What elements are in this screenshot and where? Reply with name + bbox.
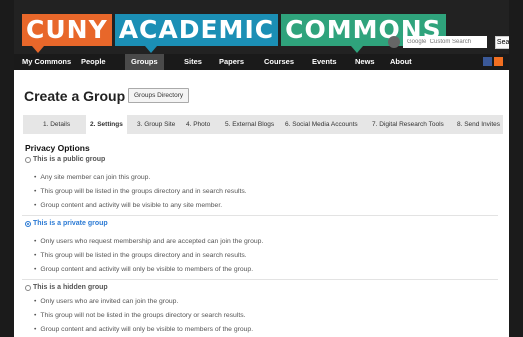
option-label: This is a public group — [33, 156, 106, 163]
social-icons — [483, 57, 503, 66]
list-item: Only users who request membership and ar… — [34, 238, 263, 245]
nav-item-groups[interactable]: Groups — [125, 54, 164, 70]
divider — [22, 215, 498, 216]
logo-word-academic: ACADEMIC — [114, 14, 279, 53]
nav-item-papers[interactable]: Papers — [219, 54, 244, 70]
nav-item-people[interactable]: People — [81, 54, 106, 70]
logo-word-cuny: CUNY — [22, 14, 112, 53]
search-button[interactable]: Search — [495, 35, 521, 49]
list-item: This group will be listed in the groups … — [34, 252, 246, 259]
step-details[interactable]: 1. Details — [43, 115, 70, 134]
step-group-site[interactable]: 3. Group Site — [137, 115, 175, 134]
step-photo[interactable]: 4. Photo — [186, 115, 210, 134]
groups-directory-button[interactable]: Groups Directory — [128, 88, 190, 103]
search-input[interactable] — [403, 36, 487, 48]
nav-item-sites[interactable]: Sites — [184, 54, 202, 70]
rss-icon[interactable] — [494, 57, 503, 66]
divider — [22, 279, 498, 280]
public-group-radio[interactable] — [25, 156, 31, 163]
step-digital-research-tools[interactable]: 7. Digital Research Tools — [372, 115, 444, 134]
list-item: Any site member can join this group. — [34, 174, 150, 181]
nav-item-my-commons[interactable]: My Commons — [22, 54, 71, 70]
option-label: This is a hidden group — [33, 284, 108, 291]
list-item: Only users who are invited can join the … — [34, 298, 178, 305]
step-external-blogs[interactable]: 5. External Blogs — [225, 115, 274, 134]
search-bar: Search — [388, 35, 521, 49]
page: CUNY ACADEMIC COMMONS Search My Commons … — [0, 0, 523, 337]
nav-item-events[interactable]: Events — [312, 54, 337, 70]
hidden-group-radio[interactable] — [25, 284, 31, 291]
list-item: Group content and activity will only be … — [34, 266, 253, 273]
step-social-media-accounts[interactable]: 6. Social Media Accounts — [285, 115, 358, 134]
hidden-group-option[interactable]: This is a hidden group — [25, 284, 108, 291]
list-item: Group content and activity will only be … — [34, 326, 253, 333]
main-nav: My Commons People Groups Sites Papers Co… — [14, 54, 509, 70]
facebook-icon[interactable] — [483, 57, 492, 66]
private-group-option[interactable]: This is a private group — [25, 220, 108, 227]
step-settings[interactable]: 2. Settings — [86, 115, 127, 134]
nav-item-about[interactable]: About — [390, 54, 412, 70]
page-title: Create a Group — [24, 88, 126, 104]
nav-item-courses[interactable]: Courses — [264, 54, 294, 70]
list-item: Group content and activity will be visib… — [34, 202, 222, 209]
list-item: This group will not be listed in the gro… — [34, 312, 245, 319]
site-header: CUNY ACADEMIC COMMONS Search — [14, 0, 521, 54]
private-group-radio[interactable] — [25, 220, 31, 227]
google-search-icon — [388, 36, 400, 48]
public-group-option[interactable]: This is a public group — [25, 156, 105, 163]
privacy-options-heading: Privacy Options — [25, 143, 90, 153]
main-content: Create a Group Groups Directory 1. Detai… — [14, 70, 509, 337]
option-label: This is a private group — [33, 220, 108, 227]
create-group-steps: 1. Details 2. Settings 3. Group Site 4. … — [23, 115, 503, 134]
logo-text: CUNY — [26, 15, 108, 44]
logo-text: ACADEMIC — [118, 15, 275, 44]
step-send-invites[interactable]: 8. Send Invites — [457, 115, 500, 134]
nav-item-news[interactable]: News — [355, 54, 375, 70]
list-item: This group will be listed in the groups … — [34, 188, 246, 195]
site-logo[interactable]: CUNY ACADEMIC COMMONS — [22, 14, 446, 53]
